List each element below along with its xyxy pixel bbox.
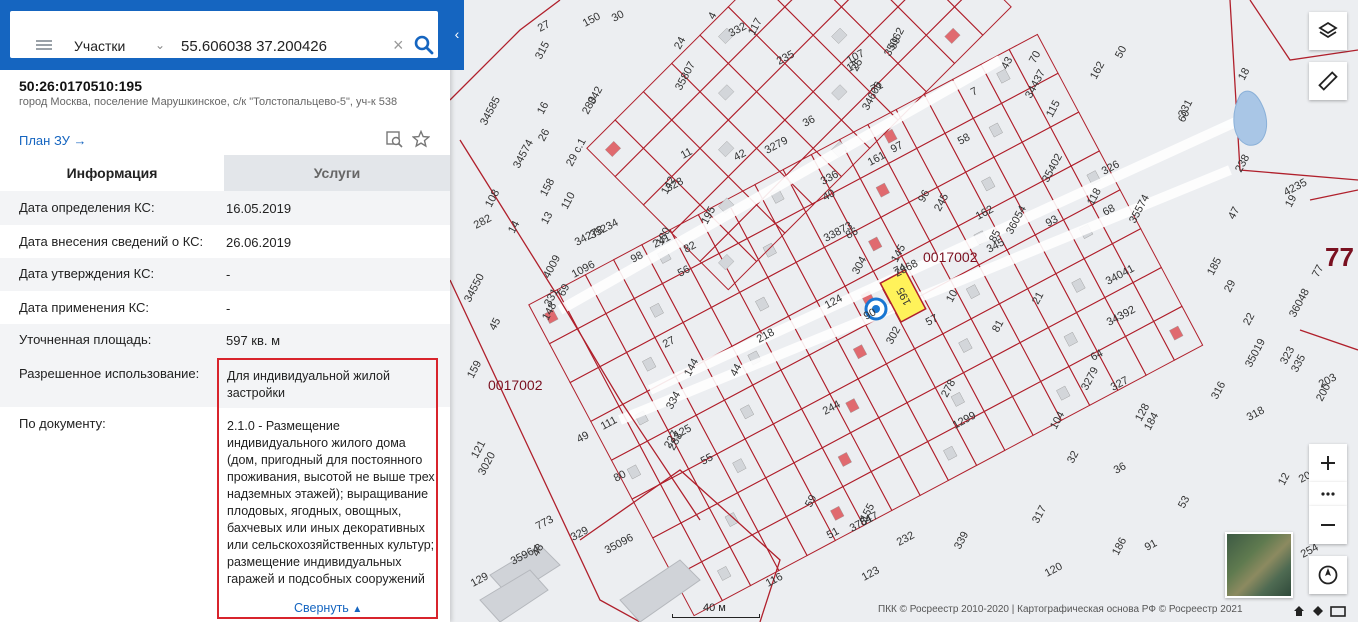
minus-icon (1321, 524, 1335, 526)
cadastral-number: 50:26:0170510:195 (19, 78, 142, 94)
navigation-icon (1313, 606, 1323, 616)
info-value: 26.06.2019 (226, 235, 292, 250)
scale-bar (672, 614, 760, 618)
parcel-address: город Москва, поселение Марушкинское, с/… (19, 96, 398, 108)
plus-icon (1321, 456, 1335, 470)
permitted-use-value: Для индивидуальной жилой застройки (227, 369, 390, 400)
region-label: 77 (1325, 242, 1354, 272)
info-key: Дата определения КС: (19, 200, 155, 215)
zoom-out-button[interactable] (1309, 506, 1347, 544)
find-on-map-icon[interactable] (385, 130, 403, 148)
info-key: Дата утверждения КС: (19, 266, 155, 281)
layers-icon (1318, 21, 1338, 39)
tab-services[interactable]: Услуги (224, 155, 450, 191)
tab-info[interactable]: Информация (0, 155, 224, 191)
collapse-panel-tab[interactable]: ‹ (450, 14, 464, 54)
compass-icon (1318, 565, 1338, 585)
compass-button[interactable] (1309, 556, 1347, 594)
info-panel: 50:26:0170510:195 город Москва, поселени… (0, 0, 450, 622)
quarter-label-top: 0017002 (923, 249, 978, 265)
attribution: ПКК © Росреестр 2010-2020 | Картографиче… (878, 604, 1243, 615)
info-row: Уточненная площадь: 597 кв. м (0, 324, 450, 357)
document-value: 2.1.0 - Размещение индивидуального жилог… (227, 419, 435, 586)
search-box: Участки ⌄ × (10, 11, 438, 58)
plan-link[interactable]: План ЗУ → (19, 133, 87, 148)
basemap-switcher[interactable] (1225, 532, 1293, 598)
home-icon (1294, 606, 1304, 616)
info-value: 597 кв. м (226, 333, 281, 348)
ruler-icon (1318, 71, 1338, 91)
info-value: 16.05.2019 (226, 201, 292, 216)
search-input[interactable] (179, 37, 383, 56)
permitted-use-highlight: Для индивидуальной жилой застройки 2.1.0… (217, 358, 438, 619)
chevron-up-icon: ▲ (352, 604, 363, 615)
info-key: Дата применения КС: (19, 300, 150, 315)
collapse-link[interactable]: Свернуть ▲ (294, 601, 362, 615)
zoom-in-button[interactable] (1309, 444, 1347, 482)
info-value: - (226, 267, 231, 282)
quarter-label-left: 0017002 (488, 377, 543, 393)
info-row: Дата применения КС: - (0, 291, 450, 324)
menu-icon[interactable] (36, 40, 52, 50)
layers-button[interactable] (1309, 12, 1347, 50)
info-row: Дата определения КС: 16.05.2019 (0, 191, 450, 225)
info-key: По документу: (19, 416, 106, 431)
screen-icon (1330, 606, 1346, 617)
measure-button[interactable] (1309, 62, 1347, 100)
clear-icon[interactable]: × (393, 35, 404, 56)
info-key: Разрешенное использование: (19, 366, 200, 381)
info-key: Уточненная площадь: (19, 332, 152, 347)
more-button[interactable] (1309, 482, 1347, 506)
info-row: Дата внесения сведений о КС: 26.06.2019 (0, 225, 450, 258)
favorite-star-icon[interactable] (412, 130, 430, 148)
info-row: Дата утверждения КС: - (0, 258, 450, 291)
search-type-select[interactable]: Участки (74, 38, 125, 54)
footer-icons (1294, 606, 1346, 617)
scale-label: 40 м (703, 602, 726, 614)
info-value: - (226, 301, 231, 316)
chevron-down-icon[interactable]: ⌄ (155, 38, 165, 52)
info-key: Дата внесения сведений о КС: (19, 234, 204, 249)
search-header: Участки ⌄ × (0, 0, 464, 70)
search-icon[interactable] (414, 35, 434, 55)
tab-bar: Информация Услуги (0, 155, 450, 191)
more-dots-icon (1321, 492, 1335, 496)
